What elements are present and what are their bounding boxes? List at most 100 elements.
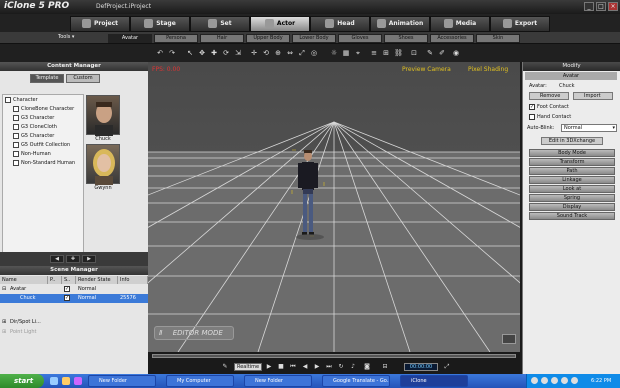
hand-contact-checkbox[interactable] [529,114,535,120]
tree-item-non-human[interactable]: Non-Human [13,150,51,158]
loop-icon[interactable]: ↻ [336,363,346,371]
camera-rotate-icon[interactable]: ⟲ [262,49,270,57]
shading-selector[interactable]: Pixel Shading [468,66,508,74]
col-s[interactable]: S.. [62,276,76,284]
undo-icon[interactable]: ↶ [156,49,164,57]
tree-item-clonebone[interactable]: CloneBone Character [13,105,74,113]
viewport-corner-button[interactable] [502,334,516,344]
start-button[interactable]: start [0,374,44,388]
subtab-avatar[interactable]: Avatar [108,34,152,43]
remove-button[interactable]: Remove [529,92,569,100]
align-icon[interactable]: ≡ [370,49,378,57]
scene-row-avatar[interactable]: ⊟ Avatar ✓ Normal [0,285,148,294]
subtab-lower-body[interactable]: Lower Body [292,34,336,43]
taskbar-item-my-computer[interactable]: My Computer [166,375,234,387]
tools-menu[interactable]: Tools ▾ [58,34,74,40]
move-xy-icon[interactable]: ✚ [210,49,218,57]
tab-actor[interactable]: Actor [250,16,310,32]
tree-item-character[interactable]: Character [5,96,38,104]
realtime-button[interactable]: Realtime [234,363,262,371]
tab-template[interactable]: Template [30,74,64,83]
section-display[interactable]: Display [529,203,615,211]
picker-icon[interactable]: ✐ [438,49,446,57]
close-button[interactable]: × [608,2,618,11]
prev-frame-icon[interactable]: ◀ [300,363,310,371]
end-icon[interactable]: ⏭ [324,363,334,371]
footer-forward-button[interactable]: ▶ [82,255,96,263]
timeline-slider[interactable] [152,354,516,358]
tray-update-icon[interactable] [561,377,568,384]
pick-parent-icon[interactable]: ⊞ [382,49,390,57]
tab-animation[interactable]: Animation [370,16,430,32]
link-icon[interactable]: ⛓ [394,49,403,57]
group-icon[interactable]: ⊡ [410,49,418,57]
rotate-icon[interactable]: ⟳ [222,49,230,57]
col-name[interactable]: Name [0,276,48,284]
scene-row-dirspot[interactable]: ⊞ Dir/Spot Li... [0,318,148,327]
move-icon[interactable]: ✥ [198,49,206,57]
camera-icon[interactable]: ◙ [362,363,372,371]
section-spring[interactable]: Spring [529,194,615,202]
section-transform[interactable]: Transform [529,158,615,166]
editor-mode-indicator[interactable]: Ⅱ EDITOR MODE [154,326,234,340]
paint-icon[interactable]: ✎ [426,49,434,57]
tab-stage[interactable]: Stage [130,16,190,32]
minimize-button[interactable]: _ [584,2,594,11]
subtab-hair[interactable]: Hair [200,34,244,43]
thumb-chuck[interactable] [86,95,120,136]
tab-media[interactable]: Media [430,16,490,32]
tab-head[interactable]: Head [310,16,370,32]
camera-switch-icon[interactable]: ⊟ [380,363,390,371]
taskbar-item-iclone[interactable]: iClone [400,375,468,387]
play-icon[interactable]: ▶ [264,363,274,371]
section-body-mode[interactable]: Body Mode [529,149,615,157]
snap-icon[interactable]: ⌖ [354,49,362,57]
subtab-accessories[interactable]: Accessories [430,34,474,43]
record-icon[interactable]: ✎ [220,363,230,371]
taskbar-item-new-folder-2[interactable]: New Folder [244,375,312,387]
focus-icon[interactable]: ◎ [310,49,318,57]
taskbar-item-google-translate[interactable]: Google Translate - Go... [322,375,390,387]
quicklaunch-folder-icon[interactable] [62,377,70,385]
col-p[interactable]: P.. [48,276,62,284]
tree-item-g3-character[interactable]: G3 Character [13,114,54,122]
subtab-persona[interactable]: Persona [154,34,198,43]
tray-app-icon[interactable] [571,377,578,384]
volume-icon[interactable]: ♪ [348,363,358,371]
subtab-shoes[interactable]: Shoes [384,34,428,43]
select-icon[interactable]: ↖ [186,49,194,57]
scene-row-pointlight[interactable]: ⊞ Point Light [0,328,148,337]
autoblink-select[interactable]: Normal ▾ [561,124,617,132]
stop-icon[interactable]: ■ [276,363,286,371]
camera-zoom-icon[interactable]: ⊕ [274,49,282,57]
tab-export[interactable]: Export [490,16,550,32]
camera-selector[interactable]: Preview Camera [402,66,451,74]
visible-checkbox[interactable]: ✓ [64,295,70,301]
tray-antivirus-icon[interactable] [551,377,558,384]
tray-volume-icon[interactable] [541,377,548,384]
quicklaunch-ie-icon[interactable] [50,377,58,385]
import-button[interactable]: Import [573,92,613,100]
quicklaunch-media-icon[interactable] [74,377,82,385]
redo-icon[interactable]: ↷ [168,49,176,57]
section-look-at[interactable]: Look at [529,185,615,193]
render-icon[interactable]: ◉ [452,49,460,57]
tray-network-icon[interactable] [531,377,538,384]
grid-icon[interactable]: ▦ [342,49,350,57]
col-render-state[interactable]: Render State [76,276,118,284]
tree-item-g3-clonecloth[interactable]: G3 CloneCloth [13,123,57,131]
subtab-gloves[interactable]: Gloves [338,34,382,43]
taskbar-item-new-folder-1[interactable]: New Folder [88,375,156,387]
scene-row-chuck[interactable]: Chuck ✓ Normal 25576 [0,294,148,303]
footer-add-button[interactable]: ✚ [66,255,80,263]
tab-set[interactable]: Set [190,16,250,32]
thumb-gwynn[interactable] [86,144,120,185]
light-icon[interactable]: ☼ [330,49,338,57]
rewind-icon[interactable]: ⏮ [288,363,298,371]
tree-item-g5-character[interactable]: G5 Character [13,132,54,140]
maximize-button[interactable]: □ [596,2,606,11]
tree-item-g5-outfit[interactable]: G5 Outfit Collection [13,141,70,149]
subtab-upper-body[interactable]: Upper Body [246,34,290,43]
section-sound-track[interactable]: Sound Track [529,212,615,220]
section-path[interactable]: Path [529,167,615,175]
